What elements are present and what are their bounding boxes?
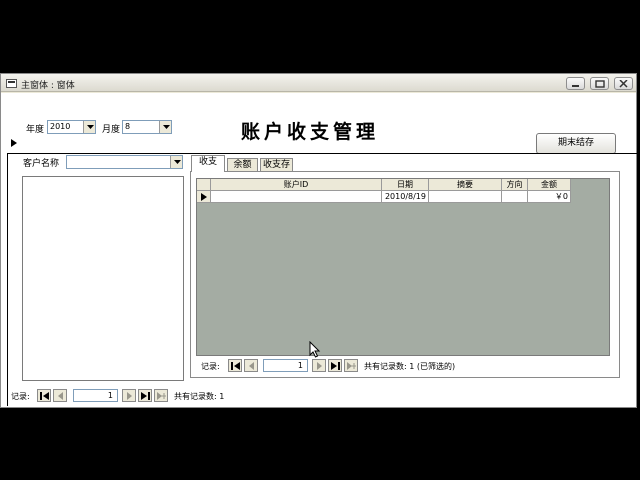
- subform-last-record-button[interactable]: [328, 359, 342, 372]
- last-record-icon: [331, 362, 340, 370]
- close-icon: [619, 80, 628, 88]
- col-header-amount[interactable]: 金额: [528, 179, 571, 191]
- cell-account-id[interactable]: [211, 191, 382, 203]
- subform-next-record-button[interactable]: [312, 359, 326, 372]
- col-header-direction[interactable]: 方向: [502, 179, 528, 191]
- cell-direction[interactable]: [502, 191, 528, 203]
- form-nav-label: 记录:: [11, 392, 30, 401]
- chevron-down-icon: [174, 160, 181, 164]
- form-app-icon[interactable]: [6, 79, 17, 88]
- cell-amount[interactable]: ￥0: [528, 191, 571, 203]
- form-record-count: 共有记录数: 1: [174, 392, 225, 401]
- chevron-down-icon: [87, 125, 94, 129]
- form-first-record-button[interactable]: [37, 389, 51, 402]
- form-window: 主窗体 : 窗体 账户收支管理 年度 2010 月度 8 期末结存 客户名称 收…: [0, 73, 637, 408]
- mouse-cursor-icon: [309, 341, 321, 358]
- current-row-icon: [201, 193, 207, 201]
- form-body: 账户收支管理 年度 2010 月度 8 期末结存 客户名称 收支 余额 收支存 …: [1, 93, 637, 407]
- tab-income-expense-deposit[interactable]: 收支存: [260, 158, 293, 172]
- previous-record-icon: [249, 362, 254, 370]
- first-record-icon: [40, 392, 49, 400]
- subform-first-record-button[interactable]: [228, 359, 242, 372]
- restore-icon: [595, 80, 605, 88]
- year-label: 年度: [26, 125, 45, 135]
- chevron-down-icon: [163, 125, 170, 129]
- new-record-icon: [347, 362, 356, 370]
- form-prev-record-button[interactable]: [53, 389, 67, 402]
- window-title: 主窗体 : 窗体: [21, 81, 75, 91]
- tab-panel: 账户ID 日期 摘要 方向 金额 2010/8/19 ￥0 记录: 1 共有记录…: [190, 171, 620, 378]
- form-new-record-button[interactable]: [154, 389, 168, 402]
- col-header-summary[interactable]: 摘要: [429, 179, 502, 191]
- form-next-record-button[interactable]: [122, 389, 136, 402]
- customer-label: 客户名称: [23, 159, 60, 169]
- previous-record-icon: [58, 392, 63, 400]
- col-header-date[interactable]: 日期: [382, 179, 429, 191]
- col-header-account-id[interactable]: 账户ID: [211, 179, 382, 191]
- cell-date[interactable]: 2010/8/19: [382, 191, 429, 203]
- cell-summary[interactable]: [429, 191, 502, 203]
- row-selector[interactable]: [197, 191, 211, 203]
- form-last-record-button[interactable]: [138, 389, 152, 402]
- minimize-button[interactable]: [566, 77, 585, 90]
- last-record-icon: [141, 392, 150, 400]
- year-value: 2010: [50, 122, 71, 131]
- tab-balance[interactable]: 余额: [227, 158, 258, 172]
- month-select[interactable]: 8: [122, 120, 172, 134]
- subform-prev-record-button[interactable]: [244, 359, 258, 372]
- form-record-navigator: 记录: 1 共有记录数: 1: [5, 389, 325, 403]
- month-dropdown-button[interactable]: [159, 121, 171, 133]
- page-title: 账户收支管理: [241, 121, 380, 143]
- customer-dropdown-button[interactable]: [170, 156, 182, 168]
- title-bar: 主窗体 : 窗体: [1, 74, 636, 92]
- customer-select[interactable]: [66, 155, 183, 169]
- year-select[interactable]: 2010: [47, 120, 96, 134]
- customer-list[interactable]: [22, 176, 184, 381]
- subform-record-navigator: 记录: 1 共有记录数: 1 (已筛选的): [201, 359, 611, 373]
- year-dropdown-button[interactable]: [83, 121, 95, 133]
- next-record-icon: [317, 362, 322, 370]
- month-label: 月度: [102, 125, 121, 135]
- datasheet-grid: 账户ID 日期 摘要 方向 金额 2010/8/19 ￥0: [196, 178, 610, 356]
- minimize-icon: [572, 85, 579, 87]
- grid-corner[interactable]: [197, 179, 211, 191]
- new-record-icon: [157, 392, 166, 400]
- next-record-icon: [127, 392, 132, 400]
- record-selector-bar: [7, 154, 8, 406]
- subform-nav-label: 记录:: [201, 362, 220, 371]
- record-pointer-icon: [11, 139, 17, 147]
- close-period-button[interactable]: 期末结存: [536, 133, 616, 154]
- first-record-icon: [231, 362, 240, 370]
- tab-income-expense[interactable]: 收支: [191, 155, 225, 172]
- form-current-record-field[interactable]: 1: [73, 389, 118, 402]
- close-button[interactable]: [614, 77, 633, 90]
- month-value: 8: [125, 122, 131, 131]
- subform-record-count: 共有记录数: 1 (已筛选的): [364, 362, 456, 371]
- restore-button[interactable]: [590, 77, 609, 90]
- subform-current-record-field[interactable]: 1: [263, 359, 308, 372]
- subform-new-record-button[interactable]: [344, 359, 358, 372]
- divider-line: [7, 153, 637, 154]
